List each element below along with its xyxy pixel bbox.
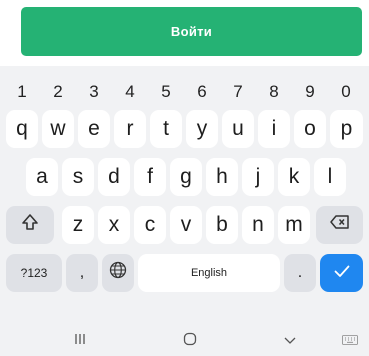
shift-icon (20, 212, 40, 238)
letter-key[interactable]: r (114, 110, 146, 148)
enter-key[interactable] (320, 254, 363, 292)
number-key[interactable]: 4 (113, 80, 147, 104)
letter-key[interactable]: u (222, 110, 254, 148)
letter-key[interactable]: f (134, 158, 166, 196)
login-area: Войти (0, 0, 369, 66)
period-key-label: . (297, 264, 303, 281)
letter-key[interactable]: k (278, 158, 310, 196)
letter-key[interactable]: i (258, 110, 290, 148)
login-button[interactable]: Войти (21, 7, 362, 56)
letter-key[interactable]: e (78, 110, 110, 148)
number-key[interactable]: 5 (149, 80, 183, 104)
number-key[interactable]: 7 (221, 80, 255, 104)
on-screen-keyboard: 1 2 3 4 5 6 7 8 9 0 q w e r t y u i o p … (0, 66, 369, 326)
comma-key-label: , (79, 264, 85, 281)
space-key[interactable]: English (138, 254, 280, 292)
letter-key[interactable]: q (6, 110, 38, 148)
letter-key[interactable]: y (186, 110, 218, 148)
recents-icon (73, 332, 87, 350)
number-key[interactable]: 8 (257, 80, 291, 104)
space-key-label: English (190, 267, 228, 279)
number-key[interactable]: 6 (185, 80, 219, 104)
symbols-key-label: ?123 (20, 266, 48, 280)
home-button[interactable] (170, 326, 210, 356)
language-key[interactable] (102, 254, 134, 292)
recents-button[interactable] (60, 326, 100, 356)
period-key[interactable]: . (284, 254, 316, 292)
letter-key[interactable]: b (206, 206, 238, 244)
login-button-label: Войти (170, 24, 213, 39)
letter-key[interactable]: x (98, 206, 130, 244)
home-icon (183, 332, 197, 351)
system-navigation-bar (0, 326, 369, 356)
letter-key[interactable]: c (134, 206, 166, 244)
number-key[interactable]: 3 (77, 80, 111, 104)
shift-key[interactable] (6, 206, 54, 244)
checkmark-icon (333, 261, 351, 285)
backspace-key[interactable] (316, 206, 363, 244)
letter-key[interactable]: d (98, 158, 130, 196)
letter-key[interactable]: v (170, 206, 202, 244)
letter-key[interactable]: t (150, 110, 182, 148)
letter-key[interactable]: o (294, 110, 326, 148)
letter-key[interactable]: m (278, 206, 310, 244)
back-button[interactable] (270, 326, 310, 356)
letter-key[interactable]: j (242, 158, 274, 196)
number-hint-row: 1 2 3 4 5 6 7 8 9 0 (0, 80, 369, 104)
globe-icon (109, 261, 127, 285)
letter-key[interactable]: h (206, 158, 238, 196)
letter-key[interactable]: w (42, 110, 74, 148)
number-key[interactable]: 9 (293, 80, 327, 104)
number-key[interactable]: 0 (329, 80, 363, 104)
number-key[interactable]: 2 (41, 80, 75, 104)
chevron-down-icon (283, 332, 297, 350)
number-key[interactable]: 1 (5, 80, 39, 104)
keyboard-switch-button[interactable] (336, 326, 364, 356)
letter-key[interactable]: a (26, 158, 58, 196)
letter-key[interactable]: p (330, 110, 363, 148)
symbols-key[interactable]: ?123 (6, 254, 62, 292)
letter-key[interactable]: g (170, 158, 202, 196)
letter-key[interactable]: z (62, 206, 94, 244)
letter-key[interactable]: s (62, 158, 94, 196)
letter-key[interactable]: l (314, 158, 346, 196)
comma-key[interactable]: , (66, 254, 98, 292)
letter-key[interactable]: n (242, 206, 274, 244)
keyboard-icon (342, 332, 358, 350)
backspace-icon (329, 213, 351, 237)
